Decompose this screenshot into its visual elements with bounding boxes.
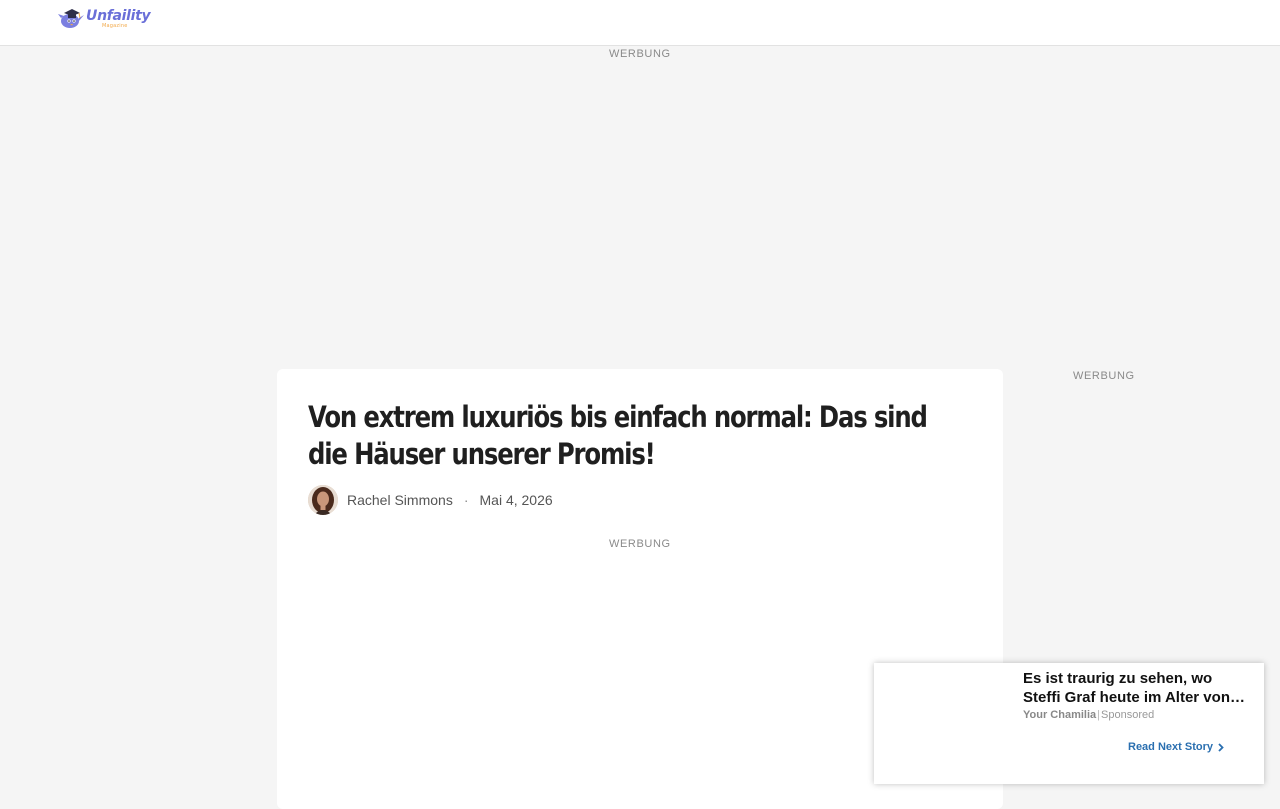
article-byline: Rachel Simmons · Mai 4, 2026 <box>308 484 553 516</box>
site-header: Unfaility Magazine <box>0 0 1280 46</box>
meta-divider: | <box>1097 709 1101 721</box>
recommendation-thumbnail[interactable] <box>874 663 1014 784</box>
sponsored-label: Sponsored <box>1101 709 1155 721</box>
article-title: Von extrem luxuriös bis einfach normal: … <box>308 400 928 471</box>
author-name[interactable]: Rachel Simmons <box>347 492 453 508</box>
recommendation-title[interactable]: Es ist traurig zu sehen, wo Steffi Graf … <box>1023 669 1248 707</box>
byline-separator: · <box>463 492 469 508</box>
top-ad-label: WERBUNG <box>609 48 671 60</box>
chevron-right-icon <box>1218 742 1224 752</box>
recommendation-widget[interactable]: Es ist traurig zu sehen, wo Steffi Graf … <box>874 663 1264 784</box>
publish-date: Mai 4, 2026 <box>479 492 553 508</box>
site-logo[interactable]: Unfaility Magazine <box>58 6 151 32</box>
recommendation-source: Your Chamilia <box>1023 709 1097 721</box>
recommendation-meta: Your Chamilia|Sponsored <box>1023 709 1154 721</box>
sidebar-ad-label: WERBUNG <box>1073 370 1135 382</box>
logo-wordmark: Unfaility <box>86 8 151 24</box>
logo-mascot-icon <box>58 6 86 30</box>
read-next-story-label: Read Next Story <box>1128 741 1213 753</box>
inline-ad-label: WERBUNG <box>609 538 671 550</box>
logo-tagline: Magazine <box>102 23 128 29</box>
author-avatar[interactable] <box>308 485 338 515</box>
read-next-story-link[interactable]: Read Next Story <box>1128 741 1224 753</box>
